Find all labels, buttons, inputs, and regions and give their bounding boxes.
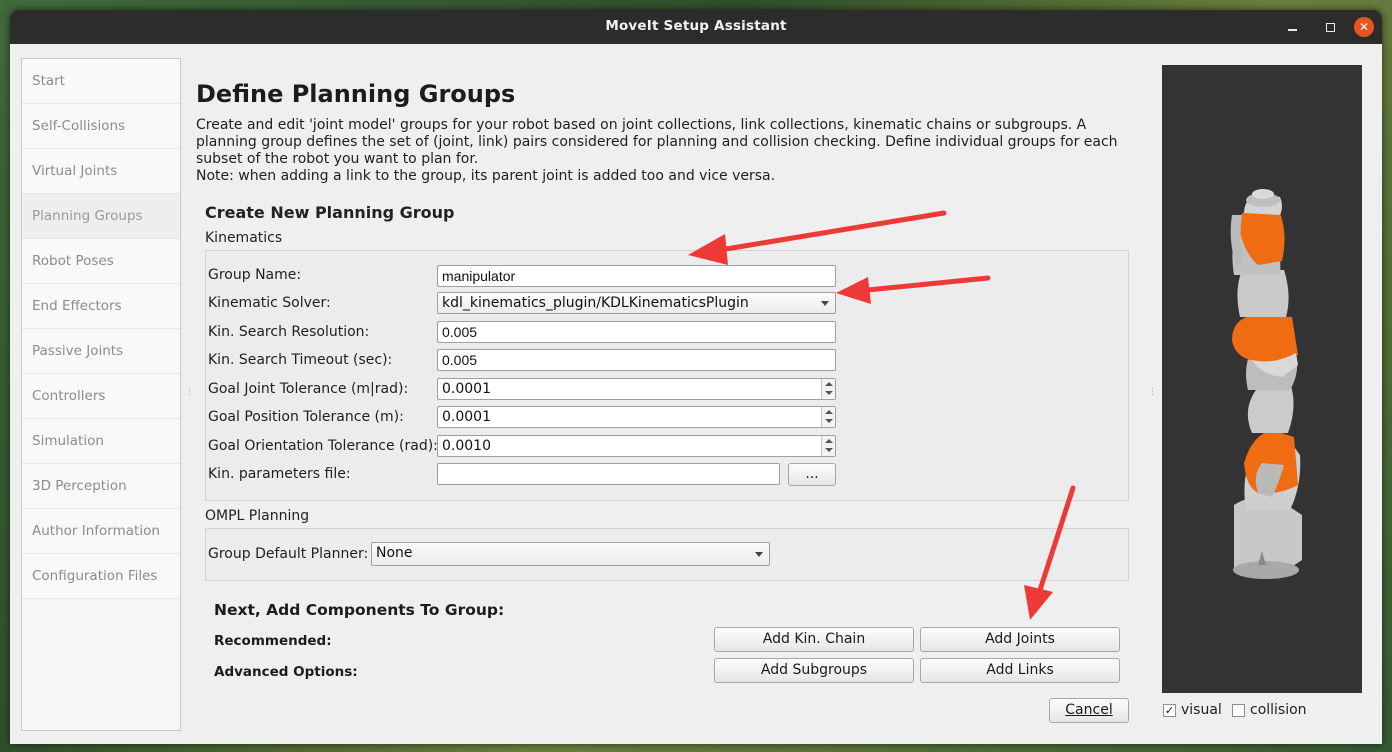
add-components-title: Next, Add Components To Group: — [214, 601, 505, 619]
spin-up-icon — [825, 410, 833, 414]
collision-toggle[interactable]: collision — [1232, 702, 1307, 718]
group-name-label: Group Name: — [208, 267, 302, 283]
collision-checkbox[interactable] — [1232, 703, 1245, 717]
robot-3d-viewer[interactable] — [1162, 65, 1362, 693]
spin-down-icon — [825, 391, 833, 395]
window-title: MoveIt Setup Assistant — [605, 18, 787, 34]
sidebar-item-virtual-joints[interactable]: Virtual Joints — [22, 149, 180, 194]
visual-toggle[interactable]: ✓ visual — [1163, 702, 1222, 718]
add-joints-button[interactable]: Add Joints — [920, 627, 1120, 652]
collision-label: collision — [1250, 702, 1307, 718]
kinematic-solver-value: kdl_kinematics_plugin/KDLKinematicsPlugi… — [442, 295, 749, 311]
sidebar-item-robot-poses[interactable]: Robot Poses — [22, 239, 180, 284]
sidebar-item-start[interactable]: Start — [22, 59, 180, 104]
params-file-label: Kin. parameters file: — [208, 466, 351, 482]
minimize-icon — [1287, 29, 1297, 31]
close-icon: ✕ — [1358, 20, 1370, 34]
close-button[interactable]: ✕ — [1354, 17, 1374, 37]
spin-buttons[interactable] — [821, 379, 835, 399]
orientation-tolerance-spinbox[interactable]: 0.0010 — [437, 435, 836, 457]
sidebar-item-author-information[interactable]: Author Information — [22, 509, 180, 554]
maximize-icon — [1325, 22, 1335, 32]
group-name-input[interactable] — [437, 265, 836, 287]
ompl-planning-label: OMPL Planning — [205, 508, 310, 524]
joint-tolerance-value: 0.0001 — [442, 381, 491, 397]
create-group-title: Create New Planning Group — [205, 203, 455, 222]
page-title: Define Planning Groups — [196, 80, 516, 108]
title-bar: MoveIt Setup Assistant ✕ — [10, 10, 1382, 44]
maximize-button[interactable] — [1320, 17, 1340, 37]
default-planner-value: None — [376, 545, 413, 561]
spin-buttons[interactable] — [821, 407, 835, 427]
sidebar-nav: Start Self-Collisions Virtual Joints Pla… — [21, 58, 181, 731]
spin-down-icon — [825, 448, 833, 452]
params-file-input[interactable] — [437, 463, 780, 485]
position-tolerance-spinbox[interactable]: 0.0001 — [437, 406, 836, 428]
position-tolerance-value: 0.0001 — [442, 409, 491, 425]
visual-label: visual — [1181, 702, 1222, 718]
sidebar-item-controllers[interactable]: Controllers — [22, 374, 180, 419]
search-timeout-input[interactable] — [437, 349, 836, 371]
minimize-button[interactable] — [1282, 17, 1302, 37]
joint-tolerance-spinbox[interactable]: 0.0001 — [437, 378, 836, 400]
spin-buttons[interactable] — [821, 436, 835, 456]
left-splitter-handle[interactable]: ⋮ — [185, 388, 194, 402]
robot-model — [1230, 189, 1302, 579]
page-description: Create and edit 'joint model' groups for… — [196, 117, 1136, 185]
sidebar-item-3d-perception[interactable]: 3D Perception — [22, 464, 180, 509]
app-window: MoveIt Setup Assistant ✕ Start Self-Coll… — [10, 10, 1382, 744]
advanced-options-label: Advanced Options: — [214, 664, 358, 680]
spin-up-icon — [825, 382, 833, 386]
kinematics-label: Kinematics — [205, 230, 283, 246]
spin-up-icon — [825, 439, 833, 443]
joint-tolerance-label: Goal Joint Tolerance (m|rad): — [208, 381, 409, 397]
chevron-down-icon — [821, 301, 829, 306]
sidebar-item-self-collisions[interactable]: Self-Collisions — [22, 104, 180, 149]
search-resolution-label: Kin. Search Resolution: — [208, 324, 370, 340]
sidebar-item-configuration-files[interactable]: Configuration Files — [22, 554, 180, 599]
spin-down-icon — [825, 419, 833, 423]
robot-arm-graphic — [1230, 189, 1302, 579]
cancel-button[interactable]: Cancel — [1049, 698, 1129, 723]
main-panel: Define Planning Groups Create and edit '… — [196, 58, 1156, 738]
sidebar-item-planning-groups[interactable]: Planning Groups — [22, 194, 180, 239]
kinematic-solver-label: Kinematic Solver: — [208, 295, 331, 311]
search-resolution-input[interactable] — [437, 321, 836, 343]
default-planner-select[interactable]: None — [371, 542, 770, 566]
orientation-tolerance-label: Goal Orientation Tolerance (rad): — [208, 438, 438, 454]
add-subgroups-button[interactable]: Add Subgroups — [714, 658, 914, 683]
recommended-label: Recommended: — [214, 633, 332, 649]
add-links-button[interactable]: Add Links — [920, 658, 1120, 683]
add-kin-chain-button[interactable]: Add Kin. Chain — [714, 627, 914, 652]
position-tolerance-label: Goal Position Tolerance (m): — [208, 409, 404, 425]
chevron-down-icon — [755, 552, 763, 557]
kinematic-solver-select[interactable]: kdl_kinematics_plugin/KDLKinematicsPlugi… — [437, 292, 836, 314]
default-planner-label: Group Default Planner: — [208, 546, 369, 562]
orientation-tolerance-value: 0.0010 — [442, 438, 491, 454]
note-text: Note: when adding a link to the group, i… — [196, 168, 776, 184]
visual-checkbox[interactable]: ✓ — [1163, 703, 1176, 717]
sidebar-item-end-effectors[interactable]: End Effectors — [22, 284, 180, 329]
search-timeout-label: Kin. Search Timeout (sec): — [208, 352, 393, 368]
sidebar-item-passive-joints[interactable]: Passive Joints — [22, 329, 180, 374]
description-text: Create and edit 'joint model' groups for… — [196, 117, 1118, 167]
sidebar-item-simulation[interactable]: Simulation — [22, 419, 180, 464]
browse-button[interactable]: ... — [788, 463, 836, 486]
